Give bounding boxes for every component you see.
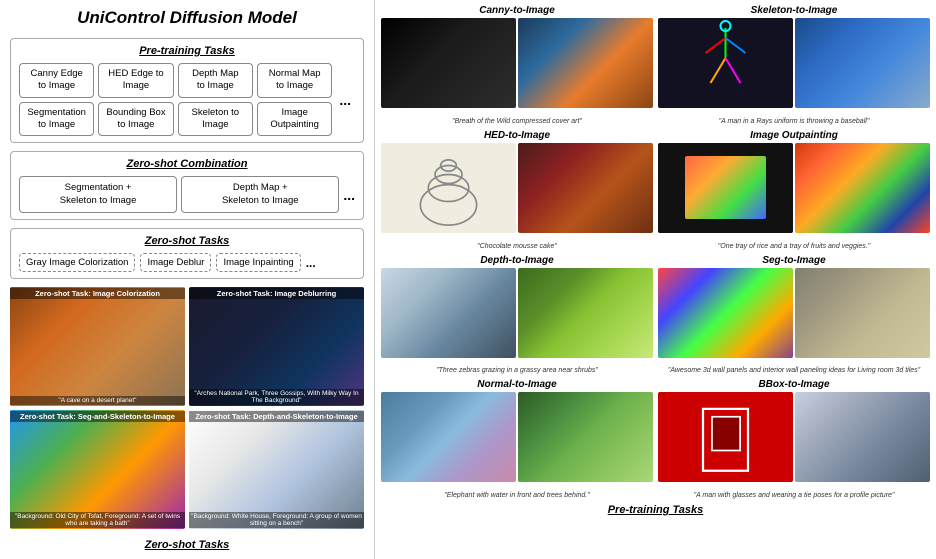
canny-input-img	[381, 18, 516, 108]
screenshot-deblur-caption: "Arches National Park, Three Gossips, Wi…	[189, 389, 364, 405]
combo-dots: ...	[343, 187, 355, 203]
combo-seg-skel: Segmentation +Skeleton to Image	[19, 176, 177, 213]
demo-title-canny: Canny-to-Image	[381, 5, 653, 16]
demo-images-bbox	[658, 392, 930, 490]
demo-title-hed: HED-to-Image	[381, 130, 653, 141]
outpainting-output-img	[795, 143, 930, 233]
screenshot-colorization: Zero-shot Task: Image Colorization "A ca…	[10, 287, 185, 406]
task-outpaint: ImageOutpainting	[257, 102, 332, 137]
zeroshot-combo-title: Zero-shot Combination	[19, 158, 355, 170]
zeroshot-dots: ...	[306, 256, 316, 270]
right-bottom-label: Pre-training Tasks	[381, 504, 930, 554]
canny-output-img	[518, 18, 653, 108]
task-deblur: Image Deblur	[140, 253, 211, 272]
task-hed: HED Edge toImage	[98, 63, 173, 98]
pretraining-title: Pre-training Tasks	[19, 45, 355, 57]
section-outpainting: Image Outpainting "One tray of rice and …	[658, 130, 930, 250]
task-colorization: Gray Image Colorization	[19, 253, 135, 272]
section-hed: HED-to-Image "Chocolate mousse cake"	[381, 130, 653, 250]
outpainting-caption: "One tray of rice and a tray of fruits a…	[658, 243, 930, 250]
hed-caption: "Chocolate mousse cake"	[381, 243, 653, 250]
screenshots-grid: Zero-shot Task: Image Colorization "A ca…	[10, 287, 364, 529]
screenshot-depth-skel-caption: "Background: White House, Foreground: A …	[189, 512, 364, 528]
screenshot-depth-skel: Zero-shot Task: Depth-and-Skeleton-to-Im…	[189, 410, 364, 529]
depth-output-img	[518, 268, 653, 358]
demo-title-seg: Seg-to-Image	[658, 255, 930, 266]
zeroshot-tasks-section: Zero-shot Tasks Gray Image Colorization …	[10, 228, 364, 279]
demo-images-normal	[381, 392, 653, 490]
task-depth: Depth Mapto Image	[178, 63, 253, 98]
task-canny: Canny Edgeto Image	[19, 63, 94, 98]
main-title: UniControl Diffusion Model	[10, 8, 364, 28]
demo-title-depth: Depth-to-Image	[381, 255, 653, 266]
section-bbox: BBox-to-Image "A man with glasses and we…	[658, 379, 930, 499]
zeroshot-combo-section: Zero-shot Combination Segmentation +Skel…	[10, 151, 364, 220]
demo-title-bbox: BBox-to-Image	[658, 379, 930, 390]
section-normal: Normal-to-Image "Elephant with water in …	[381, 379, 653, 499]
normal-output-img	[518, 392, 653, 482]
screenshot-colorization-caption: "A cave on a desert planet"	[10, 396, 185, 405]
demo-title-skeleton: Skeleton-to-Image	[658, 5, 930, 16]
bbox-output-img	[795, 392, 930, 482]
bbox-input-img	[658, 392, 793, 482]
demo-images-depth	[381, 268, 653, 366]
canny-caption: "Breath of the Wild compressed cover art…	[381, 118, 653, 125]
seg-input-img	[658, 268, 793, 358]
screenshot-deblur: Zero-shot Task: Image Deblurring "Arches…	[189, 287, 364, 406]
task-skeleton: Skeleton toImage	[178, 102, 253, 137]
pretraining-section: Pre-training Tasks Canny Edgeto Image HE…	[10, 38, 364, 143]
skeleton-output-img	[795, 18, 930, 108]
right-panel: Canny-to-Image "Breath of the Wild compr…	[375, 0, 936, 559]
section-depth: Depth-to-Image "Three zebras grazing in …	[381, 255, 653, 375]
demo-title-normal: Normal-to-Image	[381, 379, 653, 390]
hed-input-img	[381, 143, 516, 233]
seg-output-img	[795, 268, 930, 358]
screenshot-seg-skel: Zero-shot Task: Seg-and-Skeleton-to-Imag…	[10, 410, 185, 529]
normal-input-img	[381, 392, 516, 482]
normal-caption: "Elephant with water in front and trees …	[381, 492, 653, 499]
seg-caption: "Awesome 3d wall panels and interior wal…	[658, 367, 930, 374]
screenshot-deblur-label-top: Zero-shot Task: Image Deblurring	[189, 288, 364, 299]
hed-output-img	[518, 143, 653, 233]
left-panel: UniControl Diffusion Model Pre-training …	[0, 0, 375, 559]
task-inpainting: Image Inpainting	[216, 253, 300, 272]
screenshot-colorization-label-top: Zero-shot Task: Image Colorization	[10, 288, 185, 299]
bbox-caption: "A man with glasses and wearing a tie po…	[658, 492, 930, 499]
demo-images-canny	[381, 18, 653, 116]
demo-title-outpainting: Image Outpainting	[658, 130, 930, 141]
depth-input-img	[381, 268, 516, 358]
screenshot-colorization-img	[10, 287, 185, 406]
demo-images-skeleton	[658, 18, 930, 116]
pretraining-tasks-grid: Canny Edgeto Image HED Edge toImage Dept…	[19, 63, 332, 136]
skeleton-input-img	[658, 18, 793, 108]
task-seg: Segmentationto Image	[19, 102, 94, 137]
demo-images-hed	[381, 143, 653, 241]
section-skeleton: Skeleton-to-Image "A man in a Rays unifo…	[658, 5, 930, 125]
screenshot-depth-skel-label-top: Zero-shot Task: Depth-and-Skeleton-to-Im…	[189, 411, 364, 422]
combo-depth-skel: Depth Map +Skeleton to Image	[181, 176, 339, 213]
demo-images-seg	[658, 268, 930, 366]
section-seg: Seg-to-Image "Awesome 3d wall panels and…	[658, 255, 930, 375]
zeroshot-tasks-title: Zero-shot Tasks	[19, 235, 355, 247]
task-normal: Normal Mapto Image	[257, 63, 332, 98]
demo-images-outpainting	[658, 143, 930, 241]
left-bottom-title: Zero-shot Tasks	[10, 539, 364, 551]
outpainting-input-img	[658, 143, 793, 233]
task-bbox: Bounding Boxto Image	[98, 102, 173, 137]
screenshot-seg-skel-label-top: Zero-shot Task: Seg-and-Skeleton-to-Imag…	[10, 411, 185, 422]
pretraining-dots: ...	[335, 88, 355, 112]
depth-caption: "Three zebras grazing in a grassy area n…	[381, 367, 653, 374]
screenshot-seg-skel-caption: "Background: Old City of Tsfat, Foregrou…	[10, 512, 185, 528]
skeleton-caption: "A man in a Rays uniform is throwing a b…	[658, 118, 930, 125]
zeroshot-tasks-row: Gray Image Colorization Image Deblur Ima…	[19, 253, 355, 272]
section-canny: Canny-to-Image "Breath of the Wild compr…	[381, 5, 653, 125]
